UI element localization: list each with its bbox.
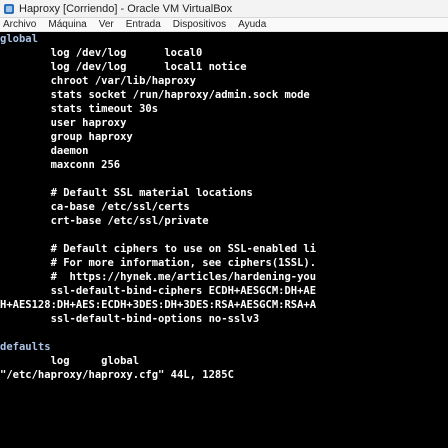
terminal-line: # https://hynek.me/articles/hardening-yo… — [0, 271, 317, 283]
terminal-line: # For more information, see ciphers(1SSL… — [0, 257, 317, 269]
terminal-line: log /dev/log local1 notice — [0, 61, 247, 73]
terminal-line: ssl-default-bind-ciphers ECDH+AESGCM:DH+… — [0, 285, 317, 297]
terminal-line: ca-base /etc/ssl/certs — [0, 201, 190, 213]
terminal-line: crt-base /etc/ssl/private — [0, 215, 209, 227]
window-titlebar[interactable]: Haproxy [Corriendo] - Oracle VM VirtualB… — [0, 0, 448, 18]
terminal-line: stats socket /run/haproxy/admin.sock mod… — [0, 89, 310, 101]
terminal-line: chroot /var/lib/haproxy — [0, 75, 196, 87]
menu-maquina[interactable]: Máquina — [42, 19, 92, 30]
terminal-line: H+AES128:DH+AES:ECDH+3DES:DH+3DES:RSA+AE… — [0, 299, 317, 311]
terminal-line: defaults — [0, 341, 51, 353]
terminal-line: # Default SSL material locations — [0, 187, 253, 199]
menu-archivo[interactable]: Archivo — [0, 19, 42, 30]
vm-terminal-screen[interactable]: global log /dev/log local0 log /dev/log … — [0, 32, 448, 448]
menu-ayuda[interactable]: Ayuda — [232, 19, 272, 30]
terminal-line: user haproxy — [0, 117, 127, 129]
menu-dispositivos[interactable]: Dispositivos — [167, 19, 232, 30]
terminal-line: daemon — [0, 145, 89, 157]
menu-ver[interactable]: Ver — [93, 19, 120, 30]
menu-entrada[interactable]: Entrada — [120, 19, 167, 30]
terminal-line: log /dev/log local0 — [0, 47, 203, 59]
terminal-line: # Default ciphers to use on SSL-enabled … — [0, 243, 317, 255]
terminal-line: maxconn 256 — [0, 159, 121, 171]
virtualbox-icon — [4, 3, 14, 14]
terminal-line: log global — [0, 355, 140, 367]
terminal-line: stats timeout 30s — [0, 103, 159, 115]
window-title: Haproxy [Corriendo] - Oracle VM VirtualB… — [19, 2, 233, 15]
terminal-line: global — [0, 33, 38, 45]
vim-status-line: "/etc/haproxy/haproxy.cfg" 44L, 1285C — [0, 369, 234, 381]
menu-bar: Archivo Máquina Ver Entrada Dispositivos… — [0, 18, 448, 32]
terminal-line: ssl-default-bind-options no-sslv3 — [0, 313, 260, 325]
terminal-line: group haproxy — [0, 131, 133, 143]
